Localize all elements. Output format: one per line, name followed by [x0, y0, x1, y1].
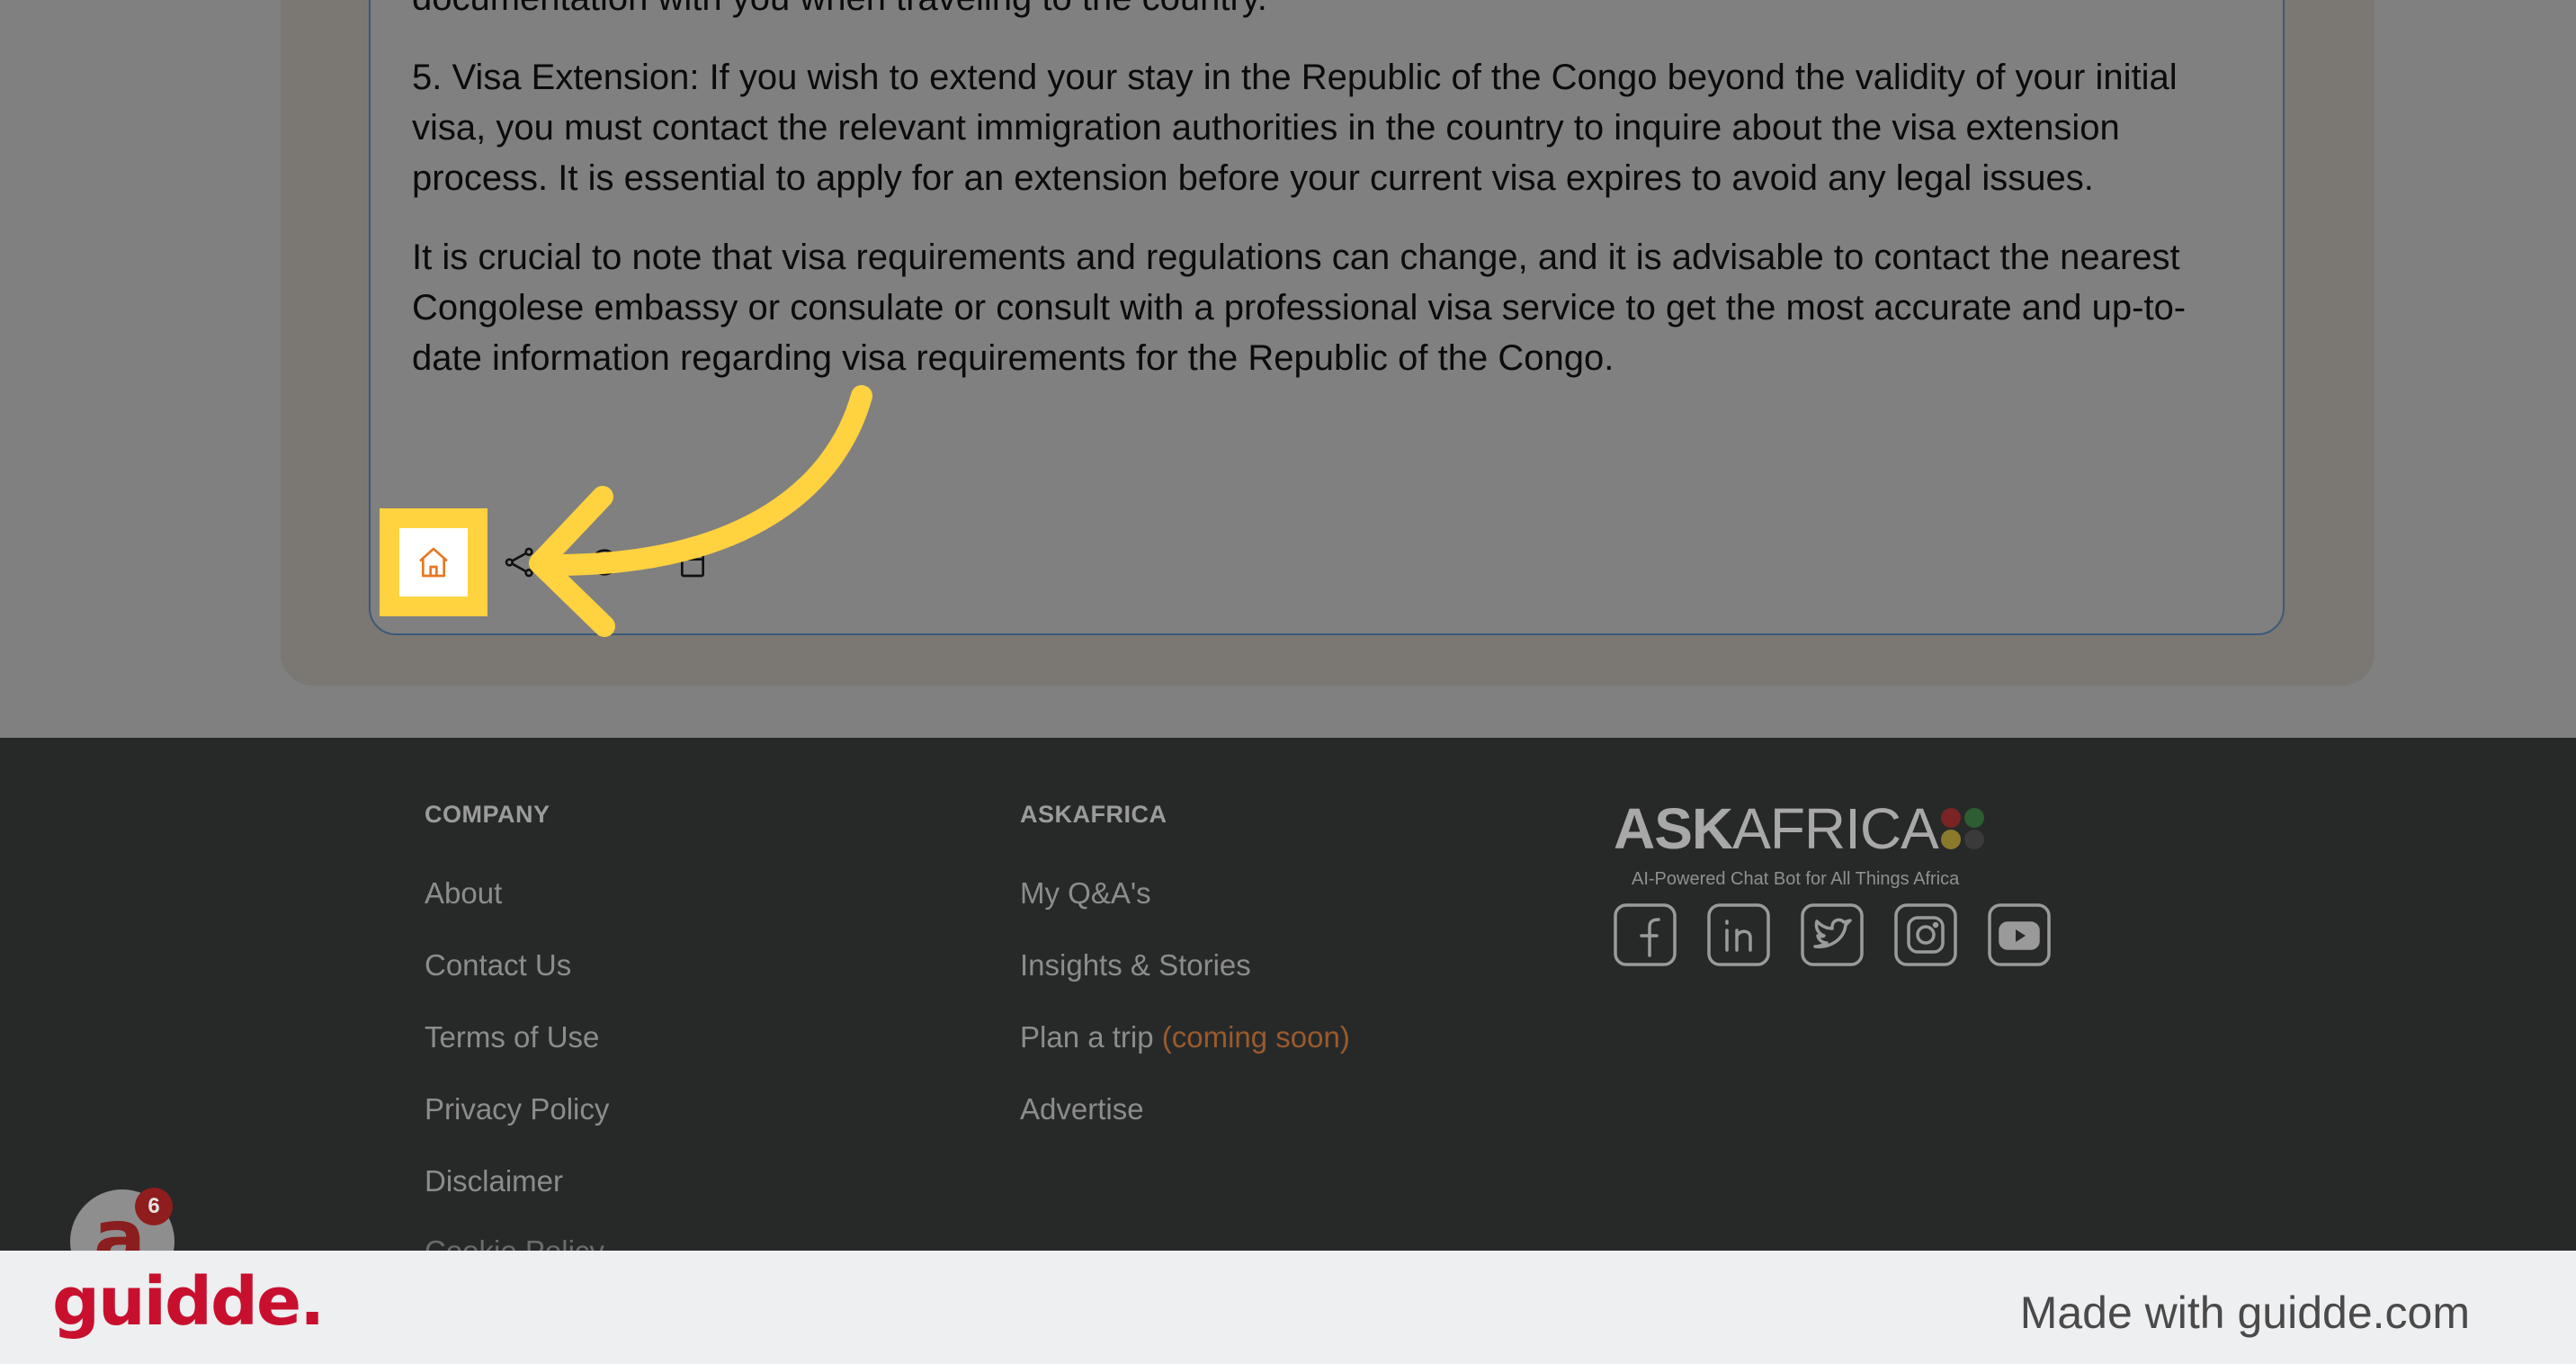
- comment-icon: [591, 549, 618, 576]
- youtube-icon: [1988, 903, 2051, 966]
- content-area: documentation with you when traveling to…: [0, 0, 2576, 738]
- page: documentation with you when traveling to…: [0, 0, 2576, 1364]
- answer-paragraph-partial: documentation with you when traveling to…: [412, 0, 2247, 23]
- footer-link-plan-a-trip[interactable]: Plan a trip (coming soon): [1020, 1020, 1350, 1054]
- home-button[interactable]: [399, 528, 468, 597]
- comment-button[interactable]: [585, 543, 624, 582]
- share-button[interactable]: [500, 543, 540, 582]
- guidde-bar: guidde. Made with guidde.com: [0, 1251, 2576, 1364]
- brand-name-light: AFRICA: [1732, 796, 1939, 861]
- youtube-link[interactable]: [1988, 903, 2051, 966]
- facebook-icon: [1614, 903, 1677, 966]
- answer-paragraph-note: It is crucial to note that visa requirem…: [412, 238, 2187, 378]
- footer-link-insights-stories[interactable]: Insights & Stories: [1020, 948, 1251, 983]
- copy-icon: [681, 552, 704, 578]
- guidde-logo[interactable]: guidde.: [52, 1263, 325, 1341]
- footer-company-title: COMPANY: [425, 801, 550, 828]
- instagram-icon: [1894, 903, 1957, 966]
- footer-link-privacy-policy[interactable]: Privacy Policy: [425, 1092, 609, 1126]
- footer-link-about[interactable]: About: [425, 876, 502, 911]
- brand-name-bold: ASK: [1614, 796, 1733, 861]
- made-with-guidde-link[interactable]: Made with guidde.com: [2020, 1287, 2470, 1339]
- footer-askafrica-title: ASKAFRICA: [1020, 801, 1167, 828]
- chat-notification-badge: 6: [135, 1188, 173, 1225]
- copy-button[interactable]: [673, 543, 712, 582]
- answer-action-bar: [380, 508, 829, 616]
- footer-link-contact-us[interactable]: Contact Us: [425, 948, 571, 983]
- footer-link-my-qas[interactable]: My Q&A's: [1020, 876, 1151, 911]
- linkedin-link[interactable]: [1707, 903, 1770, 966]
- askafrica-logo: ASKAFRICA AI-Powered Chat Bot for All Th…: [1614, 796, 2027, 889]
- share-icon: [505, 547, 533, 578]
- facebook-link[interactable]: [1614, 903, 1677, 966]
- brand-tagline: AI-Powered Chat Bot for All Things Afric…: [1632, 869, 1960, 889]
- home-icon: [419, 547, 448, 578]
- footer-link-disclaimer[interactable]: Disclaimer: [425, 1164, 563, 1198]
- brand-dots-icon: [1941, 808, 1984, 849]
- plan-a-trip-label: Plan a trip: [1020, 1020, 1154, 1054]
- instagram-link[interactable]: [1894, 903, 1957, 966]
- twitter-link[interactable]: [1801, 903, 1864, 966]
- linkedin-icon: [1707, 903, 1770, 966]
- coming-soon-label: (coming soon): [1161, 1020, 1350, 1054]
- footer: COMPANY About Contact Us Terms of Use Pr…: [0, 738, 2576, 1251]
- brand-name: ASKAFRICA: [1614, 796, 1939, 861]
- footer-link-terms-of-use[interactable]: Terms of Use: [425, 1020, 599, 1054]
- twitter-icon: [1801, 903, 1864, 966]
- answer-text: documentation with you when traveling to…: [412, 0, 2247, 412]
- answer-paragraph-visa-extension: 5. Visa Extension: If you wish to extend…: [412, 58, 2178, 198]
- footer-link-advertise[interactable]: Advertise: [1020, 1092, 1144, 1126]
